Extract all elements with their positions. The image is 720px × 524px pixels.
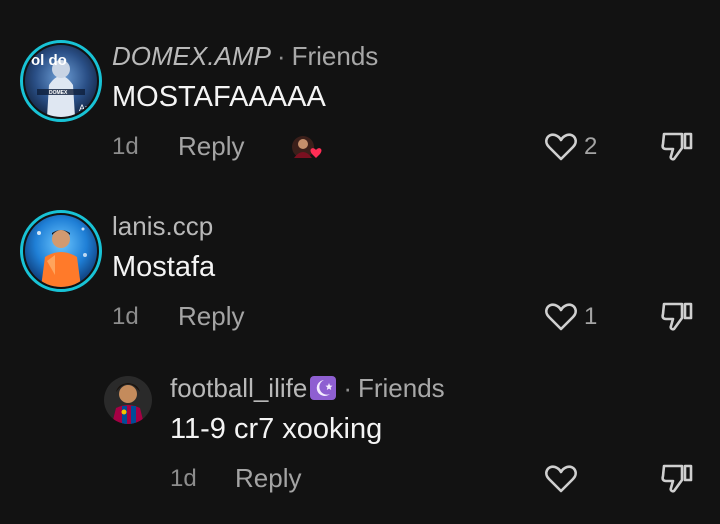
reply-button[interactable]: Reply: [178, 131, 244, 162]
comment-3-meta: football_ilife · Friends: [170, 373, 445, 403]
dislike-button[interactable]: [660, 130, 694, 162]
avatar-mark: Ar: [79, 103, 88, 113]
avatar-football-ilife-image: [104, 376, 152, 424]
friends-tag: Friends: [291, 41, 379, 71]
username[interactable]: lanis.ccp: [112, 211, 213, 241]
crescent-moon-icon: [310, 376, 337, 400]
reply-button[interactable]: Reply: [178, 301, 244, 332]
comment-time: 1d: [112, 133, 139, 160]
like-button[interactable]: 1: [544, 302, 597, 332]
heart-outline-icon: [545, 133, 577, 161]
like-count: 2: [584, 133, 598, 160]
heart-outline-icon: [545, 303, 577, 331]
thumbs-down-icon: [661, 132, 693, 161]
comment-text: Mostafa: [112, 251, 216, 283]
avatar-sub: DOMEX: [49, 90, 68, 96]
avatar-lanis-image: [25, 215, 97, 287]
avatar-domex[interactable]: ol do DOMEX Ar: [20, 40, 102, 122]
heart-outline-icon: [545, 465, 577, 493]
comment-text: 11-9 cr7 xooking: [170, 413, 383, 445]
separator: ·: [343, 373, 352, 403]
comment-1-meta: DOMEX.AMP · Friends: [112, 41, 378, 71]
username[interactable]: football_ilife: [170, 373, 307, 403]
comment-time: 1d: [170, 465, 197, 492]
like-button[interactable]: 2: [544, 132, 597, 162]
avatar-domex-image: ol do DOMEX Ar: [25, 45, 97, 117]
reactor-avatar[interactable]: [290, 132, 324, 162]
dislike-button[interactable]: [660, 300, 694, 332]
avatar-lanis[interactable]: [20, 210, 102, 292]
username[interactable]: DOMEX.AMP: [112, 41, 271, 71]
reply-button[interactable]: Reply: [235, 463, 301, 494]
thumbs-down-icon: [661, 302, 693, 331]
avatar-text: ol do: [31, 52, 67, 69]
red-heart-icon: [310, 148, 322, 158]
avatar-football-ilife[interactable]: [104, 376, 152, 424]
like-button[interactable]: [544, 464, 584, 494]
top-edge-dots: [0, 0, 720, 4]
thumbs-down-icon: [661, 464, 693, 493]
comment-text: MOSTAFAAAAA: [112, 81, 326, 113]
comment-2-meta: lanis.ccp: [112, 211, 213, 241]
comment-time: 1d: [112, 303, 139, 330]
reactor-avatar-image: [292, 136, 322, 158]
separator: ·: [276, 41, 286, 71]
friends-tag: Friends: [357, 373, 445, 403]
dislike-button[interactable]: [660, 462, 694, 494]
like-count: 1: [584, 303, 598, 330]
